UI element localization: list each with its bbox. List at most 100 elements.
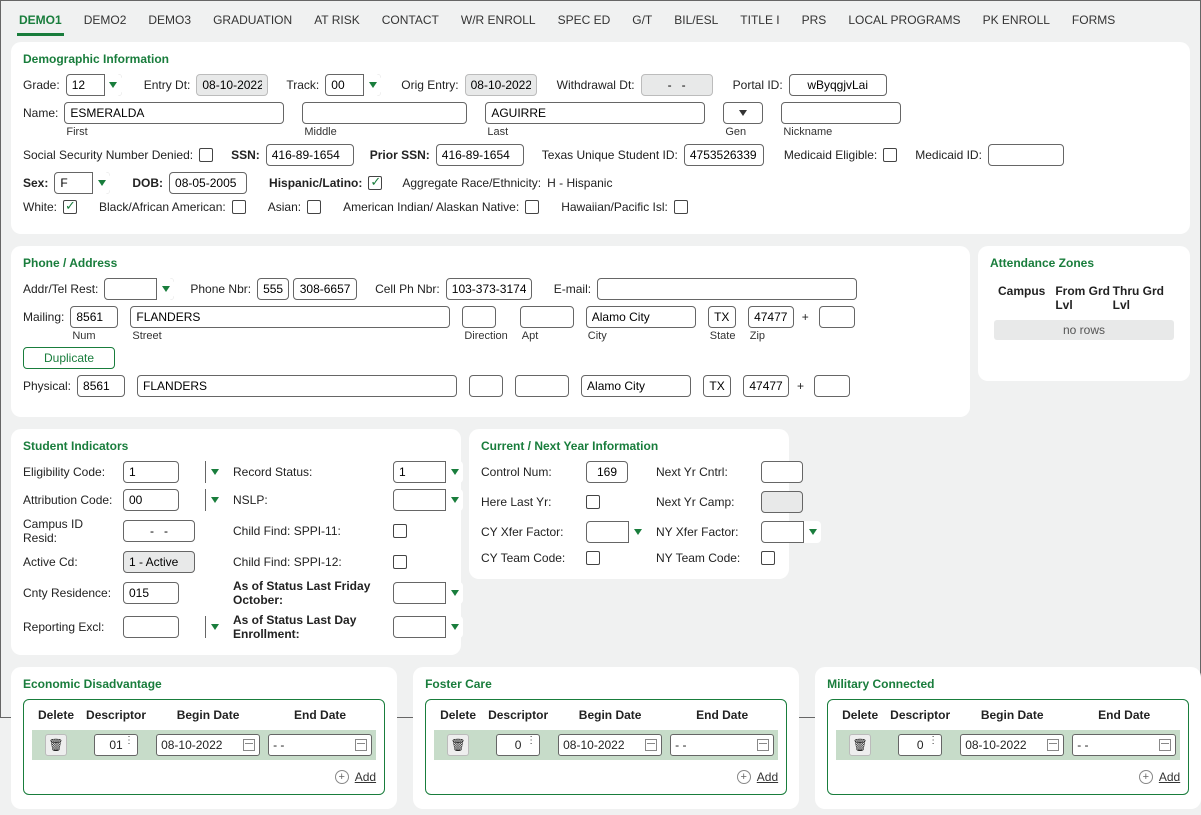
cnty-res-field[interactable] xyxy=(123,582,179,604)
military-delete-button[interactable]: 🗑 xyxy=(849,734,871,756)
white-checkbox[interactable] xyxy=(63,200,77,214)
tab-graduation[interactable]: GRADUATION xyxy=(211,11,294,36)
foster-desc-field[interactable]: 0⋮ xyxy=(496,734,540,756)
portal-id-field[interactable] xyxy=(789,74,887,96)
black-checkbox[interactable] xyxy=(232,200,246,214)
tab-w-r-enroll[interactable]: W/R ENROLL xyxy=(459,11,538,36)
phone-area-field[interactable] xyxy=(257,278,289,300)
foster-end-field[interactable]: - - xyxy=(670,734,774,756)
phys-num-field[interactable] xyxy=(77,375,125,397)
middle-name-field[interactable] xyxy=(302,102,467,124)
medicaid-id-field[interactable] xyxy=(988,144,1064,166)
cy-xfer-dropdown-icon[interactable] xyxy=(628,521,646,543)
mail-zip4-field[interactable] xyxy=(819,306,855,328)
phys-zip-field[interactable] xyxy=(743,375,789,397)
ny-camp-field[interactable] xyxy=(761,491,803,513)
military-add-button[interactable]: Add xyxy=(1159,770,1180,784)
tab-g-t[interactable]: G/T xyxy=(630,11,654,36)
tab-demo1[interactable]: DEMO1 xyxy=(17,11,64,36)
sex-dropdown-icon[interactable] xyxy=(92,172,110,194)
econ-desc-field[interactable]: 01⋮ xyxy=(94,734,138,756)
medicaid-elig-checkbox[interactable] xyxy=(883,148,897,162)
tab-prs[interactable]: PRS xyxy=(800,11,829,36)
here-last-yr-checkbox[interactable] xyxy=(586,495,600,509)
track-dropdown-icon[interactable] xyxy=(363,74,381,96)
as-of-oct-field[interactable] xyxy=(393,582,449,604)
hisp-checkbox[interactable] xyxy=(368,176,382,190)
cf11-checkbox[interactable] xyxy=(393,524,407,538)
dob-field[interactable] xyxy=(169,172,247,194)
econ-add-button[interactable]: Add xyxy=(355,770,376,784)
econ-begin-field[interactable]: 08-10-2022 xyxy=(156,734,260,756)
email-field[interactable] xyxy=(597,278,857,300)
foster-begin-field[interactable]: 08-10-2022 xyxy=(558,734,662,756)
cf12-checkbox[interactable] xyxy=(393,555,407,569)
asian-checkbox[interactable] xyxy=(307,200,321,214)
econ-delete-button[interactable]: 🗑 xyxy=(45,734,67,756)
mail-zip-field[interactable] xyxy=(748,306,794,328)
ny-cntrl-field[interactable] xyxy=(761,461,803,483)
ssn-field[interactable] xyxy=(266,144,354,166)
last-name-field[interactable] xyxy=(485,102,705,124)
foster-delete-button[interactable]: 🗑 xyxy=(447,734,469,756)
aian-checkbox[interactable] xyxy=(525,200,539,214)
nickname-field[interactable] xyxy=(781,102,901,124)
phys-dir-field[interactable] xyxy=(469,375,503,397)
mail-dir-field[interactable] xyxy=(462,306,496,328)
tab-contact[interactable]: CONTACT xyxy=(380,11,441,36)
tab-demo3[interactable]: DEMO3 xyxy=(146,11,193,36)
military-begin-field[interactable]: 08-10-2022 xyxy=(960,734,1064,756)
gen-select[interactable] xyxy=(723,102,763,124)
as-of-oct-dropdown-icon[interactable] xyxy=(445,582,463,604)
cy-team-checkbox[interactable] xyxy=(586,551,600,565)
tab-pk-enroll[interactable]: PK ENROLL xyxy=(981,11,1052,36)
tab-at-risk[interactable]: AT RISK xyxy=(312,11,362,36)
mail-num-field[interactable] xyxy=(70,306,118,328)
rec-status-dropdown-icon[interactable] xyxy=(445,461,463,483)
withdrawal-dt-field[interactable] xyxy=(641,74,713,96)
prior-ssn-field[interactable] xyxy=(436,144,524,166)
orig-entry-field[interactable] xyxy=(465,74,537,96)
attrib-code-field[interactable] xyxy=(123,489,179,511)
econ-end-field[interactable]: - - xyxy=(268,734,372,756)
nslp-field[interactable] xyxy=(393,489,449,511)
control-num-field[interactable] xyxy=(586,461,628,483)
phys-street-field[interactable] xyxy=(137,375,457,397)
mail-state-field[interactable] xyxy=(708,306,736,328)
military-end-field[interactable]: - - xyxy=(1072,734,1176,756)
ssn-denied-checkbox[interactable] xyxy=(199,148,213,162)
mail-apt-field[interactable] xyxy=(520,306,574,328)
as-of-enr-dropdown-icon[interactable] xyxy=(445,616,463,638)
campus-id-field[interactable] xyxy=(123,520,195,542)
grade-dropdown-icon[interactable] xyxy=(104,74,122,96)
cell-field[interactable] xyxy=(446,278,532,300)
ny-team-checkbox[interactable] xyxy=(761,551,775,565)
mail-street-field[interactable] xyxy=(130,306,450,328)
tx-usid-field[interactable] xyxy=(684,144,764,166)
rec-status-field[interactable] xyxy=(393,461,449,483)
addr-tel-rest-dropdown-icon[interactable] xyxy=(156,278,174,300)
tab-spec-ed[interactable]: SPEC ED xyxy=(556,11,613,36)
elig-code-dropdown-icon[interactable] xyxy=(205,461,223,483)
tab-forms[interactable]: FORMS xyxy=(1070,11,1117,36)
phys-city-field[interactable] xyxy=(581,375,691,397)
hpi-checkbox[interactable] xyxy=(674,200,688,214)
tab-demo2[interactable]: DEMO2 xyxy=(82,11,129,36)
nslp-dropdown-icon[interactable] xyxy=(445,489,463,511)
phone-number-field[interactable] xyxy=(293,278,357,300)
tab-local-programs[interactable]: LOCAL PROGRAMS xyxy=(846,11,962,36)
phys-apt-field[interactable] xyxy=(515,375,569,397)
tab-title-i[interactable]: TITLE I xyxy=(738,11,781,36)
duplicate-button[interactable]: Duplicate xyxy=(23,347,115,369)
rep-excl-dropdown-icon[interactable] xyxy=(205,616,223,638)
elig-code-field[interactable] xyxy=(123,461,179,483)
tab-bil-esl[interactable]: BIL/ESL xyxy=(672,11,720,36)
phys-zip4-field[interactable] xyxy=(814,375,850,397)
rep-excl-field[interactable] xyxy=(123,616,179,638)
as-of-enr-field[interactable] xyxy=(393,616,449,638)
phys-state-field[interactable] xyxy=(703,375,731,397)
military-desc-field[interactable]: 0⋮ xyxy=(898,734,942,756)
entry-dt-field[interactable] xyxy=(196,74,268,96)
first-name-field[interactable] xyxy=(64,102,284,124)
ny-xfer-dropdown-icon[interactable] xyxy=(803,521,821,543)
